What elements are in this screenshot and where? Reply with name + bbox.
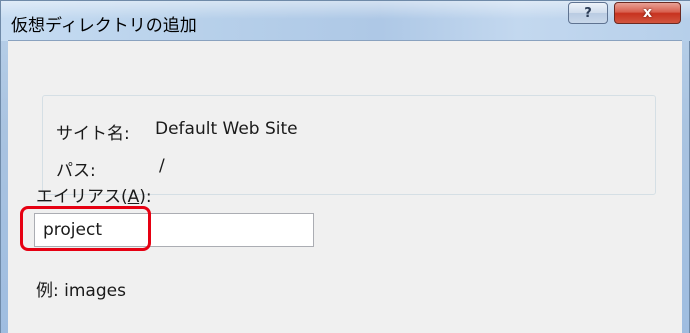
path-label: パス: [56, 161, 96, 181]
site-name-label: サイト名: [56, 124, 130, 144]
close-button[interactable]: x [614, 2, 681, 24]
alias-label-suffix: ): [139, 187, 152, 207]
alias-input[interactable] [34, 213, 314, 247]
alias-label: エイリアス(A): [36, 182, 152, 207]
question-mark-icon: ? [584, 5, 592, 21]
path-value: / [159, 156, 165, 176]
alias-example-hint: 例: images [36, 281, 126, 301]
alias-accelerator-key: A [127, 187, 140, 207]
dialog-title: 仮想ディレクトリの追加 [11, 16, 197, 36]
close-icon: x [642, 5, 653, 21]
alias-label-text: エイリアス( [36, 187, 128, 207]
help-button[interactable]: ? [568, 2, 608, 24]
site-name-value: Default Web Site [155, 119, 298, 139]
site-info-group: サイト名: Default Web Site パス: / [42, 95, 656, 195]
